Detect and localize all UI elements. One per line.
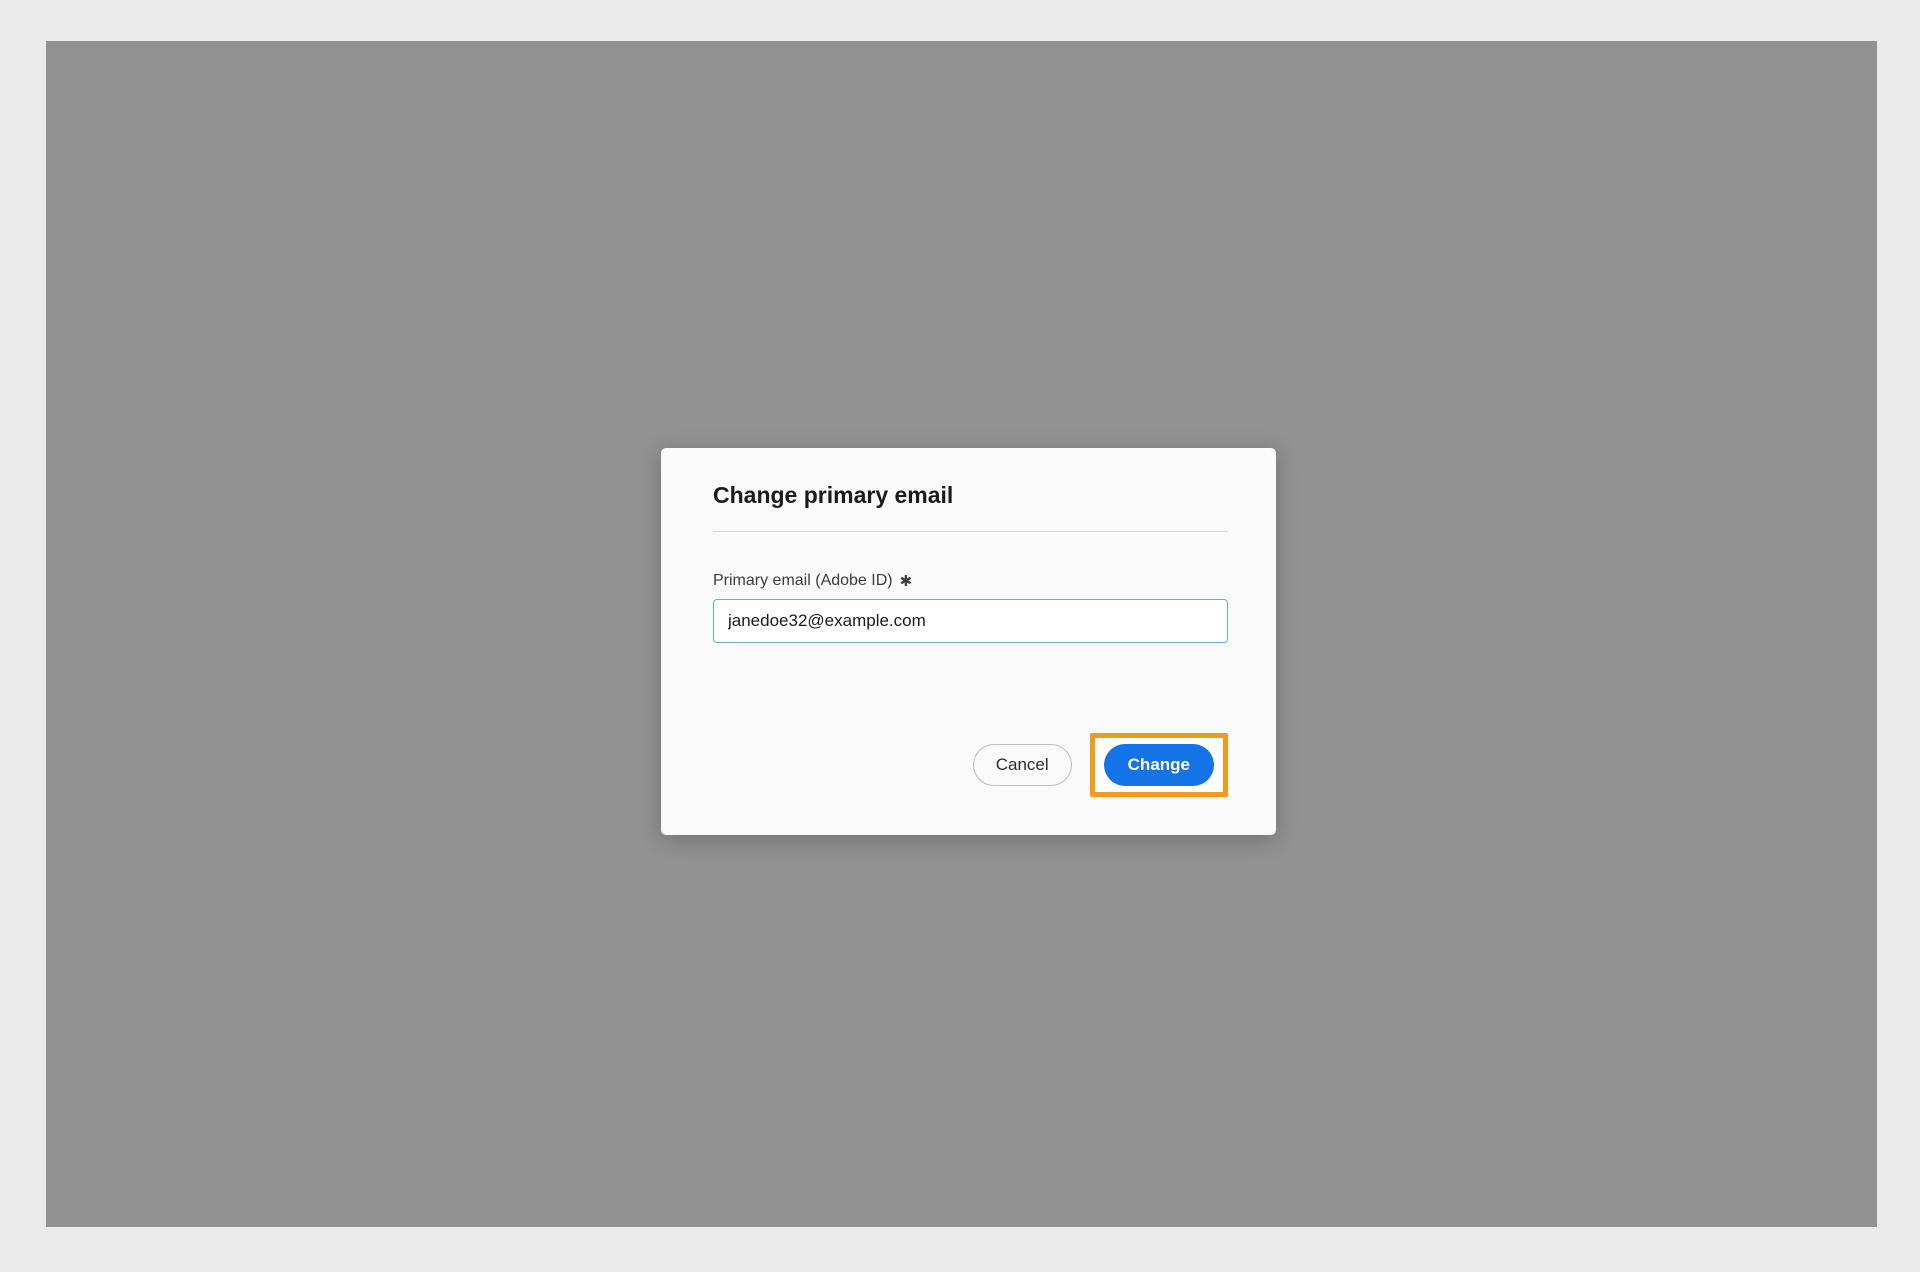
nav-item-label: Plans and payment [777,65,932,86]
row-label: Secondary email [487,1016,614,1036]
chevron-down-icon: ⌄ [1225,69,1237,85]
dialog-actions: Cancel Change [972,733,1228,797]
primary-email-field-label: Primary email (Adobe ID) ✱ [713,572,1228,590]
row-action: Add [1644,193,1736,235]
change-primary-email-button[interactable]: Change [1629,794,1736,837]
sidebar-item-label: Data and privacy settings [139,309,345,328]
row-action: Add [1644,403,1736,446]
profile-card: Profile name Not added Add Adobe screen … [446,99,1771,478]
row-label: Profile name [487,204,583,223]
change-button[interactable]: Change [1103,744,1214,786]
add-adobe-screen-name-button[interactable]: Add [1644,298,1736,340]
change-account-name-button[interactable]: Change [1629,689,1736,732]
table-row: Mobile phone Not provided Add [447,869,1770,974]
sidebar-item-label: Sign-in and security [139,246,302,265]
brand-name: Adobe Account [168,62,344,89]
add-mobile-phone-button[interactable]: Add [1644,899,1736,942]
main-nav: Overview Account and security ⌄ Plans an… [391,41,1258,111]
row-action: Change [1629,689,1736,732]
adobe-logo-icon [122,60,156,92]
add-profile-name-button[interactable]: Add [1644,193,1736,235]
sidebar-item-data-and-privacy-settings[interactable]: Data and privacy settings [126,293,345,345]
sidebar-item-sign-in-and-security[interactable]: Sign-in and security [126,230,330,282]
chevron-down-icon: ⌄ [938,69,950,85]
nav-item-account-and-security[interactable]: Account and security ⌄ [510,41,755,111]
table-row: Adobe screen name i Not added Add [447,267,1770,372]
row-action: Add [1644,298,1736,340]
profile-photo-row [447,99,1770,182]
add-secondary-email-button[interactable]: Add [1644,1005,1736,1048]
add-company-button[interactable]: Add [1644,403,1736,446]
row-value: Not provided [957,1016,1054,1036]
required-asterisk-icon: ✱ [899,572,913,590]
row-action: Add [1644,899,1736,942]
table-row: Profile name Not added Add [447,162,1770,267]
nav-item-plans-and-payment[interactable]: Plans and payment ⌄ [755,41,971,111]
cancel-button[interactable]: Cancel [972,744,1072,786]
row-value: Not added [957,414,1036,434]
highlight-box: Change [1089,733,1228,797]
row-value: Not provided [957,910,1054,930]
row-action: Change [1629,794,1736,837]
row-action: Add [1644,1005,1736,1048]
nav-item-overview[interactable]: Overview [391,41,510,111]
preferred-languages-heading: Preferred languages [446,1136,698,1167]
row-value: Not added [957,204,1036,223]
nav-item-label: Account and security [532,65,716,86]
row-label: Company [487,414,560,434]
dialog-title: Change primary email [713,482,954,508]
chevron-down-icon: ⌄ [722,69,734,85]
field-label-text: Primary email (Adobe ID) [713,572,893,589]
info-icon[interactable]: i [651,310,670,328]
row-value: Not added [957,309,1036,328]
table-row: Secondary email Not provided Add [447,974,1770,1079]
row-label: Mobile phone [487,910,590,930]
preferred-languages-description: Select the language you'd like to use fo… [446,1182,1720,1227]
nav-item-communication-preferences[interactable]: Communication preferences ⌄ [971,41,1258,111]
dialog-divider [713,531,1228,532]
sidebar: Account Sign-in and security Data and pr… [46,112,346,356]
brand-logo[interactable]: Adobe Account [122,60,344,92]
row-label-text: Adobe screen name [487,309,640,328]
user-avatar-icon[interactable] [1778,59,1811,93]
sidebar-item-label: Account [139,183,207,202]
nav-item-label: Communication preferences [993,65,1219,86]
profile-photo-add-button[interactable] [1644,140,1736,182]
sidebar-item-account[interactable]: Account [126,167,330,219]
top-navigation-bar: Adobe Account Overview Account and secur… [46,41,1877,112]
nav-item-label: Overview [413,65,489,86]
primary-email-input[interactable] [713,599,1228,643]
change-primary-email-dialog: Change primary email Primary email (Adob… [661,448,1276,835]
row-label: Adobe screen name i [487,309,957,329]
